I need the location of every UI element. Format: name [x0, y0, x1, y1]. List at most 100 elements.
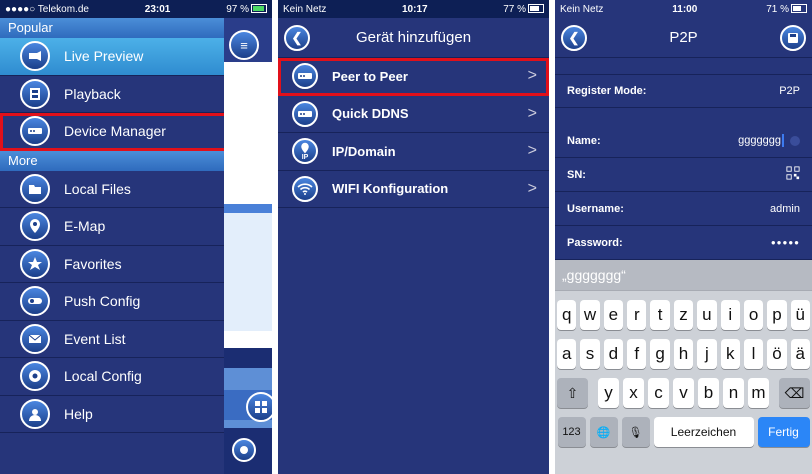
menu-item-push-config[interactable]: Push Config — [0, 283, 224, 321]
section-header-popular: Popular — [0, 18, 224, 38]
menu-item-local-config[interactable]: Local Config — [0, 358, 224, 396]
name-row: Name: ggggggg — [555, 124, 812, 158]
snapshot-icon[interactable] — [232, 438, 256, 462]
toggle-icon — [20, 286, 50, 317]
side-menu-screen: ●●●●○ Telekom.de 23:01 97 % Popular Live… — [0, 0, 272, 474]
option-ip-domain[interactable]: IP IP/Domain > — [278, 133, 549, 171]
clock: 23:01 — [144, 3, 171, 15]
ip-badge: IP — [301, 153, 309, 161]
option-quick-ddns[interactable]: Quick DDNS > — [278, 96, 549, 133]
letter-key[interactable]: p — [767, 300, 787, 330]
letter-key[interactable]: d — [603, 339, 624, 369]
qr-code-icon[interactable] — [786, 166, 800, 183]
letter-key[interactable]: i — [720, 300, 740, 330]
done-key[interactable]: Fertig — [757, 417, 810, 447]
letter-key[interactable]: v — [673, 378, 694, 408]
delete-key[interactable]: ⌫ — [779, 378, 810, 408]
letter-key[interactable]: a — [557, 339, 577, 369]
letter-key[interactable]: t — [650, 300, 670, 330]
chevron-right-icon: > — [527, 104, 537, 122]
grid-layout-icon[interactable] — [246, 392, 272, 422]
password-label: Password: — [567, 236, 623, 249]
device-icon — [292, 100, 318, 127]
letter-key[interactable]: ä — [790, 339, 810, 369]
letter-key[interactable]: k — [720, 339, 740, 369]
letter-key[interactable]: y — [598, 378, 619, 408]
menu-item-event-list[interactable]: Event List — [0, 321, 224, 358]
keyboard-suggestion[interactable]: „ggggggg“ — [555, 260, 812, 291]
option-label: Peer to Peer — [332, 68, 408, 84]
keyboard-row-4: 123 🌐 🎙 Leerzeichen Fertig — [555, 417, 812, 447]
letter-key[interactable]: e — [603, 300, 624, 330]
letter-key[interactable]: r — [627, 300, 647, 330]
map-pin-icon — [20, 211, 50, 242]
menu-item-label: Event List — [64, 330, 126, 347]
letter-key[interactable]: s — [580, 339, 600, 369]
clear-icon[interactable] — [790, 135, 800, 146]
letter-key[interactable]: m — [748, 378, 769, 408]
letter-key[interactable]: c — [648, 378, 669, 408]
menu-item-local-files[interactable]: Local Files — [0, 171, 224, 208]
letter-key[interactable]: z — [673, 300, 694, 330]
back-icon[interactable]: ❮ — [561, 24, 587, 51]
keyboard-row-3: ⇧ yxcvbnm ⌫ — [555, 378, 812, 408]
wifi-icon — [292, 175, 318, 202]
letter-key[interactable]: l — [743, 339, 764, 369]
battery-indicator: 97 % — [226, 4, 267, 15]
letter-key[interactable]: q — [557, 300, 577, 330]
letter-key[interactable]: h — [673, 339, 694, 369]
gear-icon — [20, 361, 50, 392]
form-spacer — [555, 108, 812, 124]
chevron-right-icon: > — [527, 179, 537, 197]
keyboard-row-2: asdfghjklöä — [555, 339, 812, 369]
username-field[interactable]: admin — [770, 203, 800, 215]
p2p-form-screen: Kein Netz 11:00 71 % ❮ P2P Register Mode… — [555, 0, 812, 474]
letter-key[interactable]: j — [697, 339, 717, 369]
sn-label: SN: — [567, 168, 586, 181]
numbers-key[interactable]: 123 — [557, 417, 586, 447]
clock: 10:17 — [401, 3, 428, 15]
menu-item-live-preview[interactable]: Live Preview — [0, 38, 224, 76]
register-mode-row[interactable]: Register Mode: P2P — [555, 74, 812, 108]
menu-item-playback[interactable]: Playback — [0, 76, 224, 113]
letter-key[interactable]: o — [743, 300, 764, 330]
letter-key[interactable]: x — [623, 378, 644, 408]
letter-key[interactable]: ü — [790, 300, 810, 330]
back-icon[interactable]: ❮ — [284, 24, 310, 51]
menu-item-device-manager[interactable]: Device Manager — [0, 113, 232, 151]
letter-key[interactable]: n — [723, 378, 744, 408]
save-icon[interactable] — [780, 24, 806, 51]
option-wifi-configuration[interactable]: WIFI Konfiguration > — [278, 171, 549, 208]
battery-icon — [527, 4, 544, 14]
menu-item-favorites[interactable]: Favorites — [0, 246, 224, 283]
option-peer-to-peer[interactable]: Peer to Peer > — [278, 58, 549, 96]
hamburger-menu-icon[interactable]: ≡ — [229, 30, 259, 60]
name-field[interactable]: ggggggg — [738, 134, 800, 147]
battery-icon — [251, 4, 267, 14]
letter-key[interactable]: f — [627, 339, 647, 369]
menu-item-label: Device Manager — [64, 123, 166, 140]
menu-item-help[interactable]: Help — [0, 396, 224, 433]
on-screen-keyboard: „ggggggg“ qwertzuiopü asdfghjklöä ⇧ yxcv… — [555, 260, 812, 474]
option-label: Quick DDNS — [332, 106, 409, 122]
globe-key[interactable]: 🌐 — [589, 417, 618, 447]
add-device-screen: Kein Netz 10:17 77 % ❮ Gerät hinzufügen … — [278, 0, 549, 474]
page-title: P2P — [669, 29, 698, 46]
password-field[interactable]: ●●●●● — [771, 238, 800, 247]
side-menu: Popular Live Preview Playback Device Man… — [0, 18, 232, 474]
background-strip — [224, 204, 272, 213]
password-row: Password: ●●●●● — [555, 226, 812, 260]
microphone-key[interactable]: 🎙 — [621, 417, 650, 447]
option-label: IP/Domain — [332, 143, 396, 159]
shift-key[interactable]: ⇧ — [557, 378, 588, 408]
letter-key[interactable]: u — [697, 300, 717, 330]
film-icon — [20, 78, 50, 109]
letter-key[interactable]: ö — [767, 339, 787, 369]
battery-icon — [791, 4, 807, 14]
letter-key[interactable]: w — [580, 300, 600, 330]
carrier-label: Kein Netz — [283, 3, 327, 15]
letter-key[interactable]: g — [650, 339, 670, 369]
letter-key[interactable]: b — [698, 378, 719, 408]
menu-item-e-map[interactable]: E-Map — [0, 208, 224, 246]
space-key[interactable]: Leerzeichen — [653, 417, 754, 447]
